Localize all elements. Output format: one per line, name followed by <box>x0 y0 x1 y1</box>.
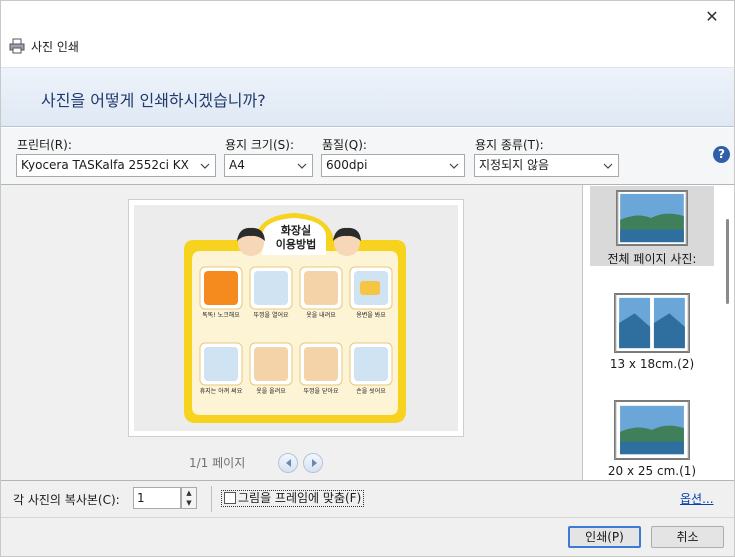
poster-step-caption: 뚜껑을 닫아요 <box>303 388 339 395</box>
preview-area: 화장실 이용방법 똑똑! 노크해요 뚜껑을 열어요 옷을 내려요 용변을 봐요 … <box>1 185 583 481</box>
single-photo-thumbnail-icon <box>614 400 690 460</box>
options-link[interactable]: 옵션... <box>680 490 714 507</box>
landscape-thumbnail-icon <box>616 190 688 246</box>
help-icon[interactable]: ? <box>713 146 730 163</box>
paper-size-value: A4 <box>229 158 245 172</box>
layout-item-full-page[interactable]: 전체 페이지 사진: <box>590 186 714 266</box>
poster-title-line2: 이용방법 <box>275 238 317 251</box>
layout-list: 전체 페이지 사진: 13 x 18cm.(2) 20 x 25 cm.(1) <box>584 185 734 481</box>
copies-stepper[interactable]: ▲ ▼ <box>181 487 197 509</box>
layout-item-20x25[interactable]: 20 x 25 cm.(1) <box>590 396 714 481</box>
title-bar: ✕ 사진 인쇄 <box>1 1 734 67</box>
next-page-button[interactable] <box>303 453 323 473</box>
printer-label: 프린터(R): <box>17 138 72 152</box>
arrow-left-icon <box>286 459 291 467</box>
copies-label: 각 사진의 복사본(C): <box>13 493 120 507</box>
quality-select[interactable]: 600dpi <box>321 154 465 177</box>
scrollbar-thumb[interactable] <box>726 219 729 304</box>
printer-value: Kyocera TASKalfa 2552ci KX <box>21 158 189 172</box>
layout-label: 20 x 25 cm.(1) <box>607 464 697 478</box>
poster-step-caption: 손을 씻어요 <box>356 388 386 395</box>
close-button[interactable]: ✕ <box>700 7 724 27</box>
copies-input[interactable]: 1 <box>133 487 181 509</box>
layout-label: 13 x 18cm.(2) <box>609 357 695 371</box>
poster-step-caption: 휴지는 아껴 써요 <box>199 388 243 395</box>
poster-step-caption: 뚜껑을 열어요 <box>253 312 289 319</box>
increment-arrow-icon[interactable]: ▲ <box>182 488 196 498</box>
chevron-down-icon <box>449 163 459 169</box>
print-preview-page: 화장실 이용방법 똑똑! 노크해요 뚜껑을 열어요 옷을 내려요 용변을 봐요 … <box>128 199 464 437</box>
checkbox-box[interactable] <box>224 492 236 504</box>
poster-step-caption: 똑똑! 노크해요 <box>202 312 240 319</box>
divider <box>1 517 734 518</box>
paper-size-label: 용지 크기(S): <box>225 138 294 152</box>
paper-type-select[interactable]: 지정되지 않음 <box>474 154 619 177</box>
print-button[interactable]: 인쇄(P) <box>568 526 641 548</box>
poster-step-caption: 용변을 봐요 <box>356 312 386 319</box>
page-indicator: 1/1 페이지 <box>189 456 246 470</box>
poster-step-caption: 옷을 내려요 <box>306 312 336 319</box>
arrow-right-icon <box>312 459 317 467</box>
previous-page-button[interactable] <box>278 453 298 473</box>
print-options-bar: 프린터(R): Kyocera TASKalfa 2552ci KX 용지 크기… <box>1 128 734 184</box>
layout-item-13x18[interactable]: 13 x 18cm.(2) <box>590 289 714 374</box>
two-photos-thumbnail-icon <box>614 293 690 353</box>
paper-type-label: 용지 종류(T): <box>475 138 544 152</box>
dialog-heading: 사진을 어떻게 인쇄하시겠습니까? <box>41 91 266 110</box>
fit-to-frame-checkbox[interactable]: 그림을 프레임에 맞춤(F) <box>221 490 365 507</box>
printer-icon <box>9 38 25 54</box>
paper-size-select[interactable]: A4 <box>224 154 313 177</box>
chevron-down-icon <box>297 163 307 169</box>
page-background: 화장실 이용방법 똑똑! 노크해요 뚜껑을 열어요 옷을 내려요 용변을 봐요 … <box>134 205 458 431</box>
bottom-bar: 각 사진의 복사본(C): 1 ▲ ▼ 그림을 프레임에 맞춤(F) 옵션...… <box>1 480 734 556</box>
header-banner: 사진을 어떻게 인쇄하시겠습니까? <box>1 67 734 127</box>
poster-step-caption: 옷을 올려요 <box>256 388 286 395</box>
window-title: 사진 인쇄 <box>31 40 79 54</box>
decrement-arrow-icon[interactable]: ▼ <box>182 498 196 508</box>
photo-print-dialog: ✕ 사진 인쇄 사진을 어떻게 인쇄하시겠습니까? 프린터(R): Kyocer… <box>0 0 735 557</box>
printer-select[interactable]: Kyocera TASKalfa 2552ci KX <box>16 154 216 177</box>
divider <box>211 486 212 512</box>
main-area: 화장실 이용방법 똑똑! 노크해요 뚜껑을 열어요 옷을 내려요 용변을 봐요 … <box>1 184 734 481</box>
chevron-down-icon <box>603 163 613 169</box>
chevron-down-icon <box>200 163 210 169</box>
fit-to-frame-label: 그림을 프레임에 맞춤(F) <box>238 491 362 505</box>
layout-scrollbar[interactable] <box>720 201 734 479</box>
quality-value: 600dpi <box>326 158 368 172</box>
paper-type-value: 지정되지 않음 <box>479 158 550 172</box>
cancel-button[interactable]: 취소 <box>651 526 724 548</box>
quality-label: 품질(Q): <box>322 138 367 152</box>
layout-label: 전체 페이지 사진: <box>607 252 697 266</box>
